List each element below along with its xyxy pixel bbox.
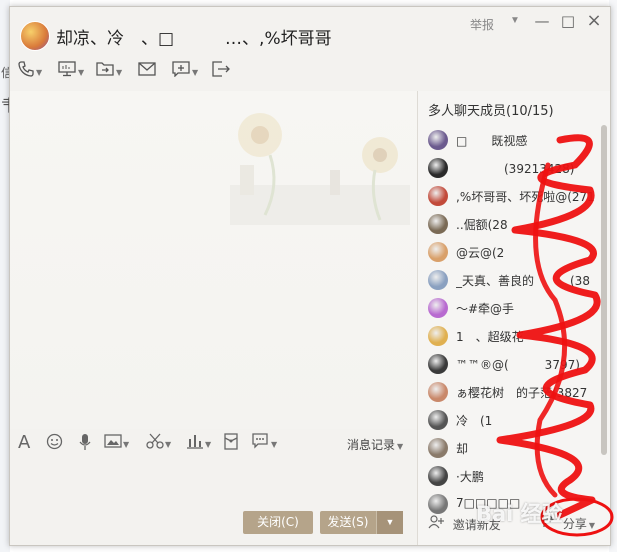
avatar[interactable] [428, 354, 448, 374]
member-list-item[interactable]: ,%坏哥哥、坏死啦@(2711 [418, 183, 604, 209]
image-icon[interactable]: ▼ [104, 433, 129, 455]
screenshot-icon[interactable]: ▼ [146, 433, 171, 455]
chevron-down-icon[interactable]: ▼ [510, 15, 520, 26]
avatar[interactable] [428, 494, 448, 514]
member-name: 7□□□□□ [456, 496, 521, 510]
emoji-icon[interactable] [46, 433, 63, 455]
member-list-item[interactable]: 7□□□□□ [418, 491, 604, 517]
mail-icon[interactable] [138, 61, 156, 83]
avatar[interactable] [428, 298, 448, 318]
send-options-button[interactable]: ▼ [376, 511, 403, 534]
member-name: (39213428) [456, 162, 575, 176]
exit-icon[interactable] [212, 61, 230, 83]
member-name: ～#牵@手 [456, 302, 515, 316]
member-list-item[interactable]: _天真、善良的 (38 [418, 267, 604, 293]
members-panel: 多人聊天成员(10/15) □ 既视感 (39213428) ,%坏哥哥、坏死啦@… [418, 91, 610, 545]
minimize-button[interactable]: — [532, 11, 552, 31]
avatar[interactable] [428, 214, 448, 234]
avatar[interactable] [428, 410, 448, 430]
chat-toolbar: ▼ ▼ ▼ ▼ [10, 59, 430, 85]
member-list-item[interactable]: ·大鹏 [418, 463, 604, 489]
background-decoration [230, 113, 410, 225]
invite-friends-button[interactable]: 邀请新友 [428, 515, 501, 533]
member-name: ぁ樱花树 的子茫(3827 [456, 386, 588, 400]
send-button[interactable]: 发送(S) [320, 511, 376, 534]
avatar[interactable] [428, 242, 448, 262]
share-button[interactable]: 分享 ▼ [543, 515, 595, 532]
chart-icon[interactable]: ▼ [186, 433, 211, 455]
avatar[interactable] [428, 270, 448, 290]
report-button[interactable]: 举报 [470, 16, 494, 33]
avatar[interactable] [428, 466, 448, 486]
group-chat-window: 却凉、冷 、□ …、,%坏哥哥 举报 ▼ — □ × ▼ ▼ ▼ ▼ A ▼ ▼… [9, 6, 611, 546]
member-name: ·大鹏 [456, 470, 484, 484]
member-list-item[interactable]: ™™®@( 3797) [418, 351, 604, 377]
voice-icon[interactable] [78, 433, 92, 456]
member-name: 1 、超级花 [456, 330, 524, 344]
member-list-item[interactable]: 冷 (1 [418, 407, 604, 433]
share-label: 分享 [562, 517, 587, 531]
avatar[interactable] [428, 130, 448, 150]
avatar[interactable] [428, 186, 448, 206]
message-history-label: 消息记录 [347, 438, 396, 452]
phone-icon[interactable]: ▼ [18, 61, 42, 83]
message-input[interactable] [10, 457, 417, 512]
title-bar[interactable]: 却凉、冷 、□ …、,%坏哥哥 举报 ▼ — □ × [10, 7, 610, 57]
member-list-item[interactable]: 却 [418, 435, 604, 461]
member-name: 却 [456, 442, 469, 456]
member-list-item[interactable]: (39213428) [418, 155, 604, 181]
file-transfer-icon[interactable]: ▼ [96, 61, 122, 83]
members-title: 多人聊天成员(10/15) [428, 104, 554, 119]
close-button[interactable]: 关闭(C) [243, 511, 313, 534]
chat-title: 却凉、冷 、□ …、,%坏哥哥 [56, 29, 332, 49]
share-icon [543, 515, 563, 531]
font-icon[interactable]: A [18, 433, 30, 453]
member-list-item[interactable]: ..倔额(28 [418, 211, 604, 237]
member-list-item[interactable]: 1 、超级花 [418, 323, 604, 349]
avatar[interactable] [428, 438, 448, 458]
member-name: 冷 (1 [456, 414, 493, 428]
screen-share-icon[interactable]: ▼ [58, 61, 84, 83]
avatar[interactable] [428, 382, 448, 402]
member-name: □ 既视感 [456, 134, 528, 148]
message-history-button[interactable]: 消息记录 ▼ [347, 436, 403, 453]
avatar[interactable] [428, 326, 448, 346]
message-area[interactable] [10, 91, 417, 429]
member-list-item[interactable]: @云@(2 [418, 239, 604, 265]
member-name: ,%坏哥哥、坏死啦@(2711 [456, 190, 596, 204]
red-packet-icon[interactable] [223, 433, 239, 455]
add-user-icon [428, 515, 449, 533]
more-icon[interactable]: ▼ [252, 433, 277, 455]
avatar[interactable] [428, 158, 448, 178]
member-name: @云@(2 [456, 246, 505, 260]
add-app-icon[interactable]: ▼ [172, 61, 198, 83]
member-list-item[interactable]: ～#牵@手 [418, 295, 604, 321]
member-name: ..倔额(28 [456, 218, 508, 232]
chevron-down-icon: ▼ [588, 521, 595, 530]
chevron-down-icon: ▼ [397, 442, 404, 451]
maximize-button[interactable]: □ [558, 11, 578, 31]
member-list-item[interactable]: □ 既视感 [418, 127, 604, 153]
close-window-button[interactable]: × [584, 11, 604, 31]
invite-label: 邀请新友 [452, 518, 501, 532]
member-list-item[interactable]: ぁ樱花树 的子茫(3827 [418, 379, 604, 405]
member-name: ™™®@( 3797) [456, 358, 580, 372]
members-scrollbar[interactable] [601, 125, 607, 455]
member-name: _天真、善良的 (38 [456, 274, 590, 288]
group-avatar[interactable] [20, 21, 50, 51]
